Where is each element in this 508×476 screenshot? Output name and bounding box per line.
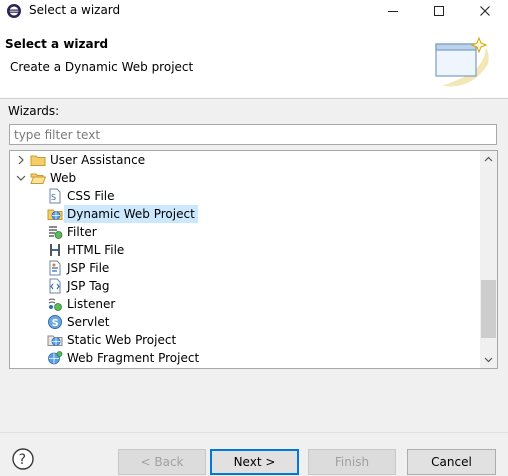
tree-item-jsp-file[interactable]: JSP File bbox=[10, 259, 481, 277]
tree-item-css-file[interactable]: S CSS File bbox=[10, 187, 481, 205]
listener-icon bbox=[48, 298, 62, 311]
tree-scrollbar[interactable] bbox=[480, 151, 497, 368]
tree-item-html-file[interactable]: HTML File bbox=[10, 241, 481, 259]
tree-item-dynamic-web-project[interactable]: Dynamic Web Project bbox=[10, 205, 481, 223]
scrollbar-thumb[interactable] bbox=[481, 280, 496, 338]
static-web-project-icon bbox=[47, 335, 63, 346]
page-description: Create a Dynamic Web project bbox=[10, 60, 194, 74]
tree-item-label: Static Web Project bbox=[67, 333, 177, 347]
css-file-icon: S bbox=[49, 188, 61, 204]
wizard-tree[interactable]: User Assistance Web S CSS File Dynamic W… bbox=[9, 150, 498, 369]
svg-text:S: S bbox=[51, 193, 56, 202]
tree-item-label: HTML File bbox=[67, 243, 125, 257]
tree-item-label: Dynamic Web Project bbox=[64, 205, 198, 223]
scroll-up-button[interactable] bbox=[480, 151, 497, 168]
tree-item-label: Listener bbox=[67, 297, 116, 311]
footer-separator bbox=[0, 432, 508, 433]
filter-input[interactable] bbox=[9, 124, 497, 145]
svg-text:?: ? bbox=[19, 452, 26, 468]
filter-icon bbox=[49, 226, 63, 239]
chevron-down-icon[interactable] bbox=[16, 173, 26, 183]
wizards-label: Wizards: bbox=[8, 104, 60, 118]
title-bar: Select a wizard bbox=[0, 0, 508, 22]
tree-item-web-fragment-project[interactable]: Web Fragment Project bbox=[10, 349, 481, 367]
tree-item-servlet[interactable]: S Servlet bbox=[10, 313, 481, 331]
tree-item-label: User Assistance bbox=[50, 153, 146, 167]
jsp-tag-icon bbox=[49, 278, 61, 294]
wizard-header: Select a wizard Create a Dynamic Web pro… bbox=[0, 22, 508, 98]
tree-item-web[interactable]: Web bbox=[10, 169, 481, 187]
help-icon[interactable]: ? bbox=[11, 447, 35, 471]
chevron-right-icon[interactable] bbox=[16, 155, 26, 165]
chevron-up-icon bbox=[484, 156, 493, 162]
tree-item-label: JSP File bbox=[67, 261, 110, 275]
next-button[interactable]: Next > bbox=[210, 449, 299, 475]
tree-item-label: Filter bbox=[67, 225, 97, 239]
close-icon bbox=[480, 6, 490, 16]
cancel-button[interactable]: Cancel bbox=[407, 449, 496, 475]
scroll-down-button[interactable] bbox=[480, 351, 497, 368]
maximize-button[interactable] bbox=[416, 0, 462, 22]
finish-button[interactable]: Finish bbox=[308, 449, 396, 475]
folder-open-icon bbox=[30, 173, 46, 184]
jsp-file-icon bbox=[49, 260, 61, 276]
svg-text:S: S bbox=[52, 318, 59, 329]
tree-item-user-assistance[interactable]: User Assistance bbox=[10, 151, 481, 169]
page-title: Select a wizard bbox=[5, 37, 109, 51]
tree-item-label: Servlet bbox=[67, 315, 110, 329]
tree-item-label: JSP Tag bbox=[67, 279, 110, 293]
header-separator bbox=[0, 98, 508, 99]
window-title: Select a wizard bbox=[29, 3, 121, 17]
tree-item-label: Web bbox=[50, 171, 77, 185]
web-fragment-project-icon bbox=[48, 351, 63, 365]
tree-item-label: Web Fragment Project bbox=[67, 351, 200, 365]
minimize-icon bbox=[388, 11, 398, 12]
close-button[interactable] bbox=[462, 0, 508, 22]
servlet-icon: S bbox=[48, 315, 62, 329]
tree-item-static-web-project[interactable]: Static Web Project bbox=[10, 331, 481, 349]
eclipse-icon bbox=[7, 4, 21, 18]
tree-item-listener[interactable]: Listener bbox=[10, 295, 481, 313]
folder-icon bbox=[30, 155, 46, 166]
tree-item-jsp-tag[interactable]: JSP Tag bbox=[10, 277, 481, 295]
back-button[interactable]: < Back bbox=[118, 449, 206, 475]
tree-item-filter[interactable]: Filter bbox=[10, 223, 481, 241]
chevron-down-icon bbox=[484, 357, 493, 363]
wizard-banner-icon bbox=[435, 36, 489, 87]
html-file-icon bbox=[50, 244, 60, 256]
tree-item-label: CSS File bbox=[67, 189, 115, 203]
dynamic-web-project-icon bbox=[47, 209, 63, 220]
maximize-icon bbox=[434, 6, 444, 16]
minimize-button[interactable] bbox=[370, 0, 416, 22]
